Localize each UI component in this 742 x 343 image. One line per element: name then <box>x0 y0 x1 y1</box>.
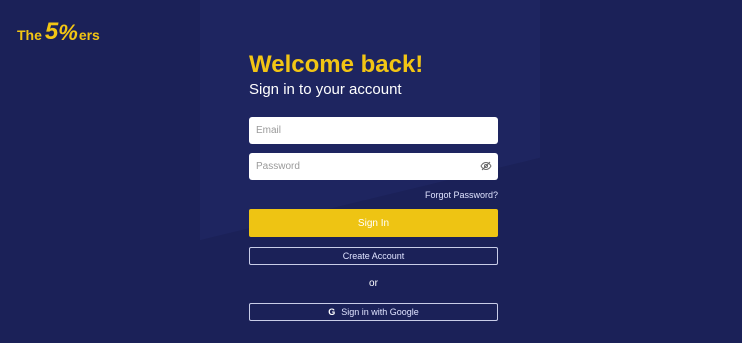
login-form: Welcome back! Sign in to your account Fo… <box>249 50 498 321</box>
eye-slash-icon[interactable] <box>480 160 492 172</box>
brand-logo[interactable]: The 5 % ers <box>17 20 100 44</box>
or-separator: or <box>369 278 378 289</box>
password-field-wrapper <box>249 153 498 180</box>
logo-number: 5 <box>44 18 59 45</box>
google-sign-in-button[interactable]: G Sign in with Google <box>249 303 498 321</box>
page-subtitle: Sign in to your account <box>249 81 402 98</box>
create-account-button[interactable]: Create Account <box>249 247 498 265</box>
create-account-label: Create Account <box>342 251 405 261</box>
password-field[interactable] <box>249 153 498 180</box>
email-field-wrapper <box>249 117 498 144</box>
sign-in-button[interactable]: Sign In <box>249 209 498 237</box>
google-sign-in-label: Sign in with Google <box>341 307 419 317</box>
login-page: The 5 % ers Welcome back! Sign in to you… <box>0 0 742 343</box>
logo-suffix: ers <box>78 27 100 43</box>
google-icon: G <box>328 307 336 317</box>
page-title: Welcome back! <box>249 51 424 78</box>
logo-symbol: % <box>58 20 78 45</box>
forgot-password-link[interactable]: Forgot Password? <box>249 190 498 201</box>
logo-prefix: The <box>17 27 42 43</box>
email-field[interactable] <box>249 117 498 144</box>
